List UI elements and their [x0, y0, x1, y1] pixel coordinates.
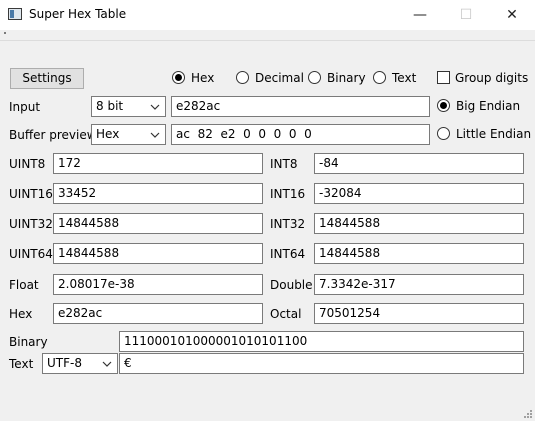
text-field[interactable]: €: [119, 353, 524, 374]
group-digits-checkbox[interactable]: [437, 71, 450, 84]
octal-field[interactable]: 70501254: [314, 303, 524, 324]
menu-indicator: [4, 32, 6, 34]
menu-bar: [0, 30, 535, 41]
buffer-preview-field[interactable]: ac 82 e2 0 0 0 0 0: [171, 124, 430, 145]
int8-field[interactable]: -84: [314, 153, 524, 174]
uint32-field[interactable]: 14844588: [53, 213, 263, 234]
hex-field[interactable]: e282ac: [53, 303, 263, 324]
input-label: Input: [9, 100, 41, 114]
double-field[interactable]: 7.3342e-317: [314, 274, 524, 295]
text-encoding-value: UTF-8: [47, 356, 82, 370]
buffer-mode-value: Hex: [96, 127, 120, 141]
text-encoding-select[interactable]: UTF-8: [42, 353, 118, 374]
hex-label: Hex: [9, 307, 33, 321]
int32-field[interactable]: 14844588: [314, 213, 524, 234]
format-decimal-radio[interactable]: [236, 71, 249, 84]
int64-field[interactable]: 14844588: [314, 243, 524, 264]
float-label: Float: [9, 278, 39, 292]
binary-field[interactable]: 111000101000001010101100: [119, 331, 524, 352]
title-bar: Super Hex Table — ☐ ✕: [0, 0, 535, 30]
chevron-down-icon: [102, 361, 112, 367]
int16-field[interactable]: -32084: [314, 183, 524, 204]
text-label: Text: [9, 357, 34, 371]
chevron-down-icon: [150, 132, 160, 138]
uint32-label: UINT32: [9, 217, 53, 231]
buffer-mode-select[interactable]: Hex: [91, 124, 166, 145]
maximize-button[interactable]: ☐: [443, 0, 489, 30]
octal-label: Octal: [270, 307, 302, 321]
int8-label: INT8: [270, 157, 298, 171]
input-type-value: 8 bit: [96, 99, 124, 113]
int64-label: INT64: [270, 247, 306, 261]
input-field[interactable]: e282ac: [171, 96, 430, 117]
big-endian-label: Big Endian: [456, 99, 521, 113]
uint16-label: UINT16: [9, 187, 53, 201]
uint8-field[interactable]: 172: [53, 153, 263, 174]
group-digits-label: Group digits: [455, 71, 529, 85]
input-type-select[interactable]: 8 bit: [91, 96, 166, 117]
format-hex-radio[interactable]: [172, 71, 185, 84]
format-text-label: Text: [392, 71, 417, 85]
binary-label: Binary: [9, 335, 48, 349]
uint8-label: UINT8: [9, 157, 46, 171]
format-binary-radio[interactable]: [308, 71, 321, 84]
resize-grip-icon[interactable]: [522, 408, 532, 418]
minimize-button[interactable]: —: [397, 0, 443, 30]
format-binary-label: Binary: [327, 71, 366, 85]
format-text-radio[interactable]: [373, 71, 386, 84]
little-endian-label: Little Endian: [456, 127, 532, 141]
int32-label: INT32: [270, 217, 306, 231]
uint64-label: UINT64: [9, 247, 53, 261]
big-endian-radio[interactable]: [437, 99, 450, 112]
window-title: Super Hex Table: [29, 7, 127, 21]
chevron-down-icon: [150, 104, 160, 110]
close-button[interactable]: ✕: [489, 0, 535, 30]
uint16-field[interactable]: 33452: [53, 183, 263, 204]
little-endian-radio[interactable]: [437, 127, 450, 140]
int16-label: INT16: [270, 187, 306, 201]
double-label: Double: [270, 278, 313, 292]
format-decimal-label: Decimal: [255, 71, 304, 85]
app-icon: [8, 8, 22, 20]
settings-button[interactable]: Settings: [10, 68, 84, 89]
float-field[interactable]: 2.08017e-38: [53, 274, 263, 295]
format-hex-label: Hex: [191, 71, 215, 85]
buffer-preview-label: Buffer preview: [9, 128, 97, 142]
uint64-field[interactable]: 14844588: [53, 243, 263, 264]
